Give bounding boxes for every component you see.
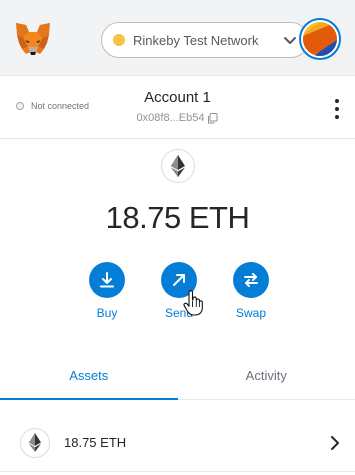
kebab-menu-icon[interactable] [333, 99, 341, 119]
account-avatar[interactable] [299, 18, 341, 60]
account-bar: Not connected Account 1 0x08f8...Eb54 [0, 77, 355, 139]
metamask-fox-icon[interactable] [14, 21, 52, 57]
account-identicon [303, 22, 337, 56]
swap-button[interactable]: Swap [221, 262, 281, 322]
buy-button-label: Buy [96, 306, 118, 320]
tab-assets[interactable]: Assets [0, 352, 178, 400]
copy-icon [208, 112, 218, 123]
hand-pointer-cursor-icon [183, 290, 203, 316]
asset-amount: 18.75 ETH [64, 435, 127, 450]
swap-arrows-icon [233, 262, 269, 298]
swap-button-label: Swap [235, 306, 267, 320]
network-name: Rinkeby Test Network [133, 32, 259, 48]
download-icon [89, 262, 125, 298]
chevron-down-icon [284, 37, 296, 44]
metamask-popup: Rinkeby Test Network Not connected Accou… [0, 0, 355, 475]
ethereum-icon [20, 427, 50, 458]
home-tabs: Assets Activity [0, 352, 355, 400]
buy-button[interactable]: Buy [77, 262, 137, 322]
ethereum-icon [161, 149, 195, 183]
tab-activity[interactable]: Activity [178, 352, 355, 399]
top-bar: Rinkeby Test Network [0, 0, 355, 76]
network-status-dot [113, 34, 125, 46]
account-address[interactable]: 0x08f8...Eb54 [0, 112, 355, 124]
balance-amount: 18.75 ETH [105, 200, 250, 235]
account-name: Account 1 [144, 89, 211, 106]
chevron-right-icon [331, 436, 339, 450]
asset-list-item[interactable]: 18.75 ETH [0, 414, 355, 472]
network-selector[interactable]: Rinkeby Test Network [101, 22, 309, 58]
account-address-text: 0x08f8...Eb54 [136, 112, 205, 124]
